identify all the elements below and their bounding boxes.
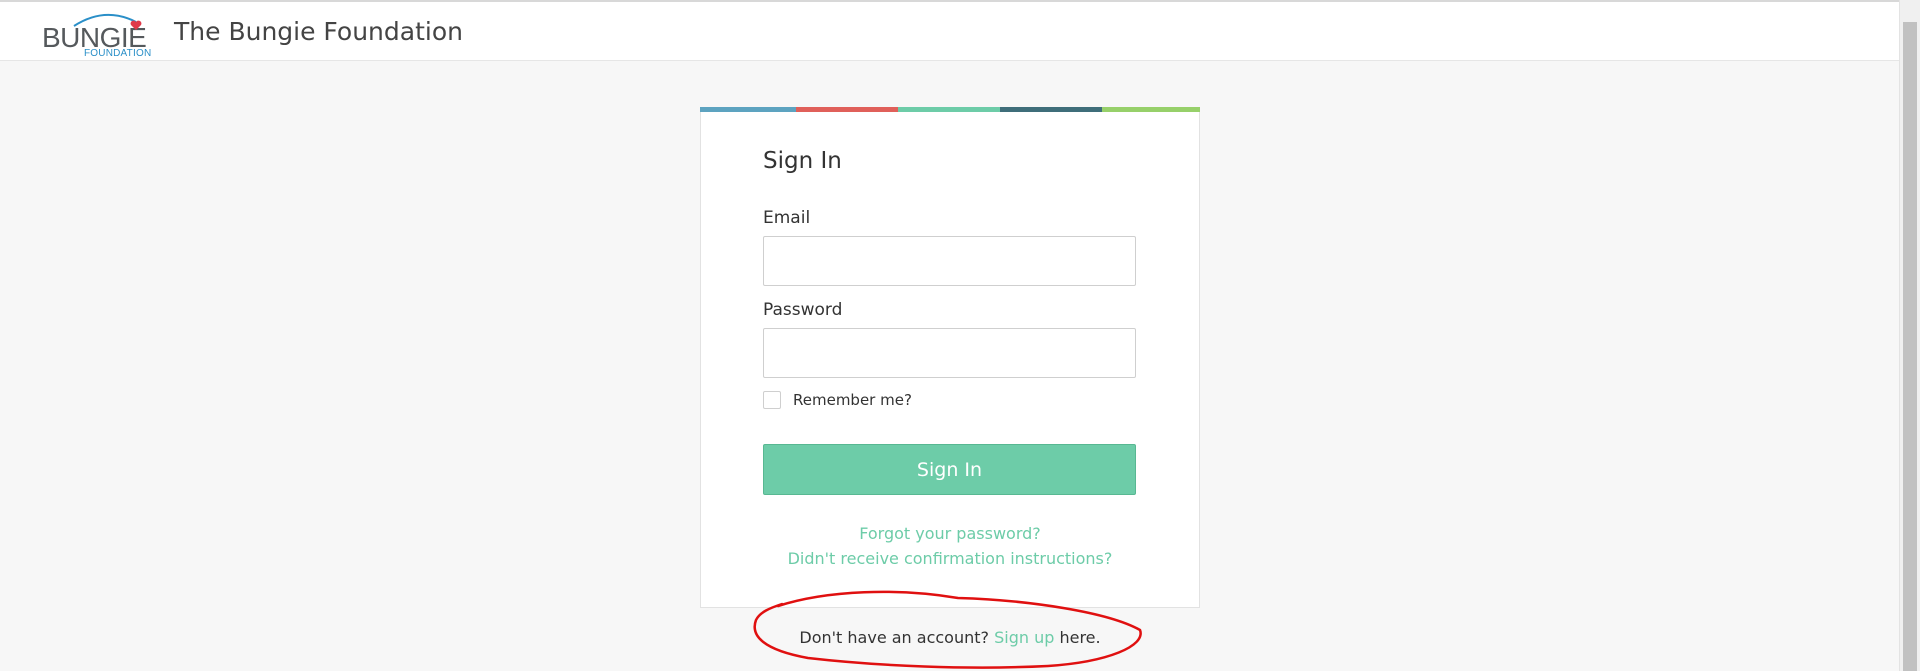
stripe-segment: [700, 107, 796, 112]
color-stripe-bar: [700, 107, 1200, 112]
heart-icon: [130, 20, 142, 30]
sign-in-card: Sign In Email Password Remember me? Sign…: [700, 107, 1200, 608]
remember-me-row[interactable]: Remember me?: [763, 390, 912, 410]
confirmation-row: Didn't receive confirmation instructions…: [701, 549, 1199, 568]
annotation-circle: [753, 590, 1142, 669]
forgot-password-row: Forgot your password?: [701, 524, 1199, 543]
site-title[interactable]: The Bungie Foundation: [174, 17, 463, 46]
stripe-segment: [796, 107, 898, 112]
sign-in-title: Sign In: [763, 148, 842, 174]
sign-in-button[interactable]: Sign In: [763, 444, 1136, 495]
email-label: Email: [763, 208, 811, 228]
scrollbar-thumb[interactable]: [1903, 22, 1917, 671]
stripe-segment: [1102, 107, 1200, 112]
password-label: Password: [763, 300, 843, 320]
logo-subtext: FOUNDATION: [84, 48, 152, 59]
email-field[interactable]: [763, 236, 1136, 286]
remember-me-label[interactable]: Remember me?: [793, 391, 912, 409]
bungie-foundation-logo[interactable]: BUNGIE FOUNDATION: [40, 8, 155, 59]
forgot-password-link[interactable]: Forgot your password?: [859, 524, 1041, 543]
stripe-segment: [1000, 107, 1102, 112]
vertical-scrollbar[interactable]: [1899, 0, 1920, 671]
confirmation-instructions-link[interactable]: Didn't receive confirmation instructions…: [788, 549, 1113, 568]
stripe-segment: [898, 107, 1000, 112]
remember-me-checkbox[interactable]: [763, 391, 781, 409]
site-header: BUNGIE FOUNDATION The Bungie Foundation: [0, 2, 1899, 61]
password-field[interactable]: [763, 328, 1136, 378]
